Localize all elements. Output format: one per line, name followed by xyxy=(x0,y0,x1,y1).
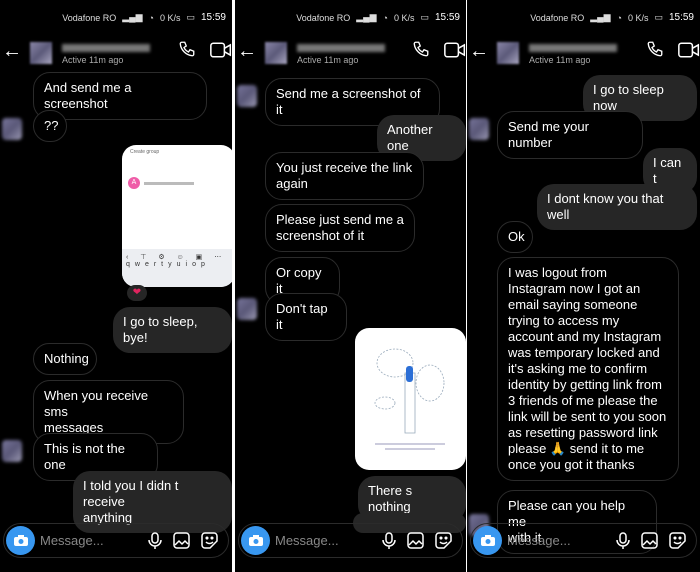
received-message[interactable]: Ok xyxy=(497,221,533,253)
chat-header: ← Active 11m ago xyxy=(235,36,466,70)
camera-icon[interactable] xyxy=(241,526,270,555)
contact-avatar[interactable] xyxy=(497,42,519,64)
sender-avatar xyxy=(469,118,489,140)
network-speed: 0 K/s xyxy=(159,12,181,23)
wifi-icon: ◔ xyxy=(382,12,388,23)
gallery-icon[interactable] xyxy=(641,532,658,554)
empty-chat-illustration xyxy=(374,348,445,450)
contact-name-blurred[interactable] xyxy=(529,44,617,52)
active-status: Active 11m ago xyxy=(529,55,591,65)
gallery-icon[interactable] xyxy=(173,532,190,554)
gallery-icon[interactable] xyxy=(407,532,424,554)
signal-icon: ▂▄▆ xyxy=(122,12,143,22)
received-message[interactable]: I was logout from Instagram now I got an… xyxy=(497,257,679,481)
contact-name-blurred[interactable] xyxy=(297,44,385,52)
camera-icon[interactable] xyxy=(473,526,502,555)
phone-call-icon[interactable] xyxy=(646,40,664,63)
chat-header: ← Active 11m ago xyxy=(0,36,232,70)
contact-avatar[interactable] xyxy=(265,42,287,64)
carrier-label: Vodafone RO xyxy=(62,12,117,23)
sticker-icon[interactable] xyxy=(201,532,218,554)
active-status: Active 11m ago xyxy=(297,55,359,65)
microphone-icon[interactable] xyxy=(616,532,630,555)
shared-screenshot-image[interactable]: Create group A ‹ ⊤ ⚙ ☺ ▣ ⋯ qwertyuiop xyxy=(122,145,232,287)
status-bar: Vodafone RO ▂▄▆ ◔ 0 K/s ▭ 15:59 xyxy=(62,12,226,23)
sender-avatar xyxy=(2,440,22,462)
sender-avatar xyxy=(237,85,257,107)
battery-icon: ▭ xyxy=(186,12,195,22)
sent-message[interactable]: I go to sleep, bye! xyxy=(113,307,232,353)
back-arrow-icon[interactable]: ← xyxy=(469,40,489,63)
sent-message[interactable]: I dont know you that well xyxy=(537,184,697,230)
contact-name-blurred[interactable] xyxy=(62,44,150,52)
network-speed: 0 K/s xyxy=(393,12,415,23)
clock: 15:59 xyxy=(200,12,226,23)
camera-icon[interactable] xyxy=(6,526,35,555)
phone-call-icon[interactable] xyxy=(178,40,196,63)
message-composer: Message... xyxy=(3,523,229,558)
wifi-icon: ◔ xyxy=(148,12,154,23)
clock: 15:59 xyxy=(668,12,694,23)
sender-avatar xyxy=(2,118,22,140)
sticker-icon[interactable] xyxy=(669,532,686,554)
microphone-icon[interactable] xyxy=(382,532,396,555)
keyboard-preview: ‹ ⊤ ⚙ ☺ ▣ ⋯ qwertyuiop xyxy=(122,249,232,287)
signal-icon: ▂▄▆ xyxy=(590,12,611,22)
contact-initial: A xyxy=(128,177,140,189)
heart-reaction-icon[interactable]: ❤ xyxy=(127,285,147,301)
message-input[interactable]: Message... xyxy=(507,533,607,549)
network-speed: 0 K/s xyxy=(627,12,649,23)
microphone-icon[interactable] xyxy=(148,532,162,555)
image-caption: Create group xyxy=(130,149,160,155)
signal-icon: ▂▄▆ xyxy=(356,12,377,22)
carrier-label: Vodafone RO xyxy=(296,12,351,23)
phone-call-icon[interactable] xyxy=(412,40,430,63)
received-message[interactable]: Don't tap it xyxy=(265,293,347,341)
shared-screenshot-image[interactable] xyxy=(355,328,466,470)
received-message[interactable]: Please just send me a screenshot of it xyxy=(265,204,415,252)
wifi-icon: ◔ xyxy=(616,12,622,23)
chat-header: ← Active 11m ago xyxy=(467,36,700,70)
video-call-icon[interactable] xyxy=(444,41,466,64)
carrier-label: Vodafone RO xyxy=(530,12,585,23)
message-composer: Message... xyxy=(470,523,697,558)
contact-avatar[interactable] xyxy=(30,42,52,64)
sender-avatar xyxy=(237,298,257,320)
received-message[interactable]: Send me your number xyxy=(497,111,643,159)
received-message[interactable]: You just receive the link again xyxy=(265,152,424,200)
message-input[interactable]: Message... xyxy=(40,533,140,549)
video-call-icon[interactable] xyxy=(678,41,700,64)
battery-icon: ▭ xyxy=(420,12,429,22)
battery-icon: ▭ xyxy=(654,12,663,22)
clock: 15:59 xyxy=(434,12,460,23)
back-arrow-icon[interactable]: ← xyxy=(237,40,257,63)
sticker-icon[interactable] xyxy=(435,532,452,554)
chat-panel-3: Vodafone RO ▂▄▆ ◔ 0 K/s ▭ 15:59 ← Active… xyxy=(467,0,700,572)
chat-panel-1: Vodafone RO ▂▄▆ ◔ 0 K/s ▭ 15:59 ← Active… xyxy=(0,0,232,572)
received-message[interactable]: Nothing xyxy=(33,343,97,375)
message-input[interactable]: Message... xyxy=(275,533,375,549)
active-status: Active 11m ago xyxy=(62,55,124,65)
message-composer: Message... xyxy=(238,523,463,558)
status-bar: Vodafone RO ▂▄▆ ◔ 0 K/s ▭ 15:59 xyxy=(296,12,460,23)
status-bar: Vodafone RO ▂▄▆ ◔ 0 K/s ▭ 15:59 xyxy=(530,12,694,23)
received-message[interactable]: ?? xyxy=(33,110,67,142)
chat-panel-2: Vodafone RO ▂▄▆ ◔ 0 K/s ▭ 15:59 ← Active… xyxy=(235,0,466,572)
back-arrow-icon[interactable]: ← xyxy=(2,40,22,63)
video-call-icon[interactable] xyxy=(210,41,232,64)
